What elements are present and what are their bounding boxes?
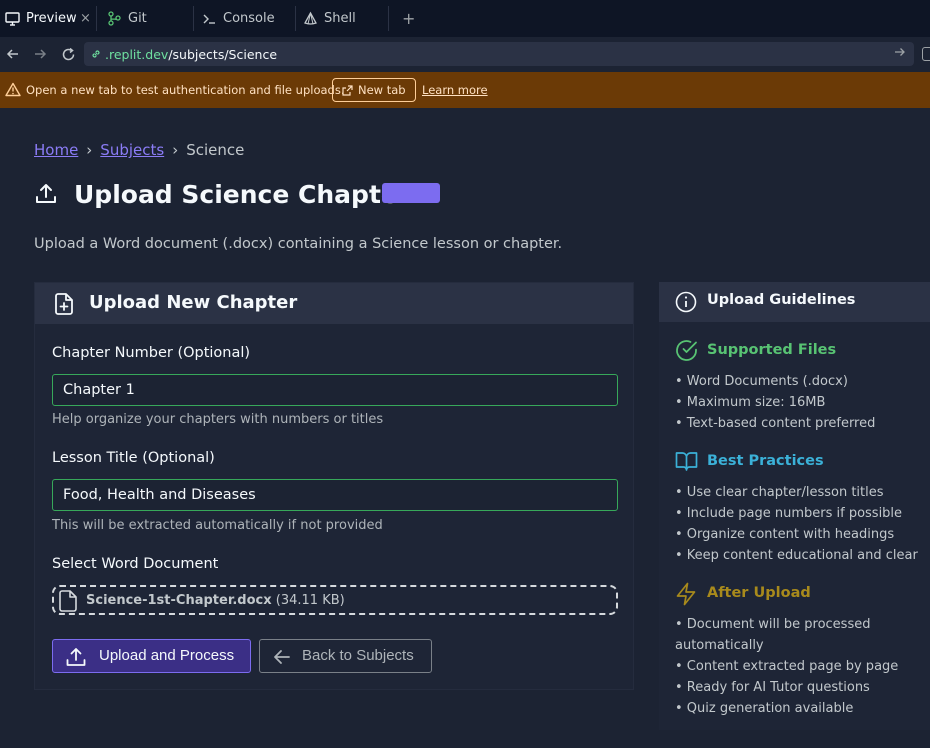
- breadcrumb: Home › Subjects › Science: [34, 141, 244, 159]
- tab-label: Console: [223, 11, 275, 26]
- chapter-number-input[interactable]: Chapter 1: [52, 374, 618, 406]
- upload-icon: [65, 646, 87, 672]
- tab-close-icon[interactable]: ×: [80, 11, 91, 26]
- upload-and-process-button[interactable]: Upload and Process: [52, 639, 251, 673]
- upload-icon: [34, 182, 58, 206]
- info-icon: [675, 291, 697, 317]
- tab-label: Preview: [26, 11, 77, 26]
- lesson-title-input[interactable]: Food, Health and Diseases: [52, 479, 618, 511]
- chapter-number-help: Help organize your chapters with numbers…: [52, 412, 384, 427]
- new-tab-label: New tab: [358, 83, 406, 97]
- list-item: • Maximum size: 16MB: [675, 395, 826, 410]
- page-subtitle: Upload a Word document (.docx) containin…: [34, 236, 563, 252]
- list-item: • Quiz generation available: [675, 701, 854, 716]
- url-host: .replit.dev: [105, 46, 169, 62]
- file-icon: [58, 590, 78, 616]
- shell-icon: [302, 11, 318, 27]
- after-upload-list: • Document will be processed automatical…: [675, 614, 930, 719]
- supported-files-list: • Word Documents (.docx) • Maximum size:…: [675, 371, 930, 434]
- breadcrumb-subjects-link[interactable]: Subjects: [100, 141, 164, 159]
- forward-arrow-icon[interactable]: [31, 45, 49, 63]
- back-button-label: Back to Subjects: [302, 647, 414, 664]
- warning-icon: [5, 82, 21, 100]
- link-icon: [90, 48, 102, 60]
- back-to-subjects-button[interactable]: Back to Subjects: [259, 639, 432, 673]
- best-practices-list: • Use clear chapter/lesson titles • Incl…: [675, 482, 930, 566]
- breadcrumb-separator: ›: [172, 141, 179, 159]
- guidelines-card: Upload Guidelines Supported Files • Word…: [659, 282, 930, 730]
- url-path: /subjects/Science: [168, 46, 278, 62]
- document-label: Select Word Document: [52, 556, 219, 572]
- lesson-title-label: Lesson Title (Optional): [52, 450, 215, 466]
- title-badge: [382, 183, 440, 203]
- list-item: • Text-based content preferred: [675, 416, 876, 431]
- file-details: Science-1st-Chapter.docx (34.11 KB): [86, 593, 345, 608]
- address-bar: .replit.dev/subjects/Science: [0, 37, 930, 72]
- upload-card: Upload New Chapter Chapter Number (Optio…: [34, 282, 634, 690]
- list-item: • Document will be processed automatical…: [675, 617, 871, 653]
- upload-button-label: Upload and Process: [99, 647, 235, 664]
- list-item: • Content extracted page by page: [675, 659, 899, 674]
- file-plus-icon: [53, 292, 75, 320]
- best-practices-title: Best Practices: [707, 453, 824, 469]
- page-title: Upload Science Chapter: [74, 179, 411, 209]
- git-branch-icon: [106, 11, 122, 27]
- tab-label: Git: [128, 11, 147, 26]
- list-item: • Keep content educational and clear: [675, 548, 918, 563]
- monitor-icon: [4, 11, 20, 27]
- list-item: • Word Documents (.docx): [675, 374, 848, 389]
- lesson-title-help: This will be extracted automatically if …: [52, 518, 383, 533]
- devtools-icon[interactable]: [922, 47, 930, 61]
- chapter-number-label: Chapter Number (Optional): [52, 345, 251, 361]
- open-url-icon[interactable]: [894, 46, 906, 62]
- after-upload-title: After Upload: [707, 585, 811, 601]
- list-item: • Include page numbers if possible: [675, 506, 903, 521]
- supported-files-title: Supported Files: [707, 342, 837, 358]
- breadcrumb-home-link[interactable]: Home: [34, 141, 78, 159]
- tab-divider: [96, 6, 97, 31]
- file-name: Science-1st-Chapter.docx: [86, 593, 272, 608]
- back-arrow-icon[interactable]: [4, 45, 22, 63]
- breadcrumb-separator: ›: [86, 141, 93, 159]
- tab-label: Shell: [324, 11, 356, 26]
- tab-bar: Preview × Git Console Shell +: [0, 0, 930, 37]
- list-item: • Use clear chapter/lesson titles: [675, 485, 884, 500]
- upload-card-header: Upload New Chapter: [35, 283, 633, 324]
- warning-banner: Open a new tab to test authentication an…: [0, 72, 930, 108]
- guidelines-title: Upload Guidelines: [707, 292, 856, 308]
- upload-card-title: Upload New Chapter: [89, 292, 298, 313]
- tab-console[interactable]: Console: [201, 4, 275, 33]
- external-link-icon: [342, 84, 353, 96]
- page-header: Upload Science Chapter: [34, 178, 440, 210]
- tab-git[interactable]: Git: [106, 4, 147, 33]
- add-tab-button[interactable]: +: [402, 9, 415, 28]
- url-field[interactable]: .replit.dev/subjects/Science: [84, 42, 914, 66]
- tab-divider: [388, 6, 389, 31]
- tab-shell[interactable]: Shell: [302, 4, 356, 33]
- check-circle-icon: [675, 339, 698, 366]
- file-size: (34.11 KB): [275, 593, 345, 608]
- new-tab-button[interactable]: New tab: [332, 78, 416, 102]
- guidelines-header: Upload Guidelines: [659, 282, 930, 322]
- list-item: • Organize content with headings: [675, 527, 895, 542]
- tab-divider: [295, 6, 296, 31]
- tab-divider: [193, 6, 194, 31]
- banner-message: Open a new tab to test authentication an…: [26, 83, 345, 97]
- file-input[interactable]: Science-1st-Chapter.docx (34.11 KB): [52, 585, 618, 615]
- list-item: • Ready for AI Tutor questions: [675, 680, 870, 695]
- book-open-icon: [675, 450, 698, 476]
- breadcrumb-current: Science: [186, 141, 245, 159]
- tab-preview[interactable]: Preview: [4, 4, 77, 33]
- arrow-left-icon: [272, 647, 292, 671]
- learn-more-link[interactable]: Learn more: [422, 83, 488, 97]
- lightning-icon: [675, 582, 697, 610]
- reload-icon[interactable]: [59, 45, 77, 63]
- terminal-icon: [201, 11, 217, 27]
